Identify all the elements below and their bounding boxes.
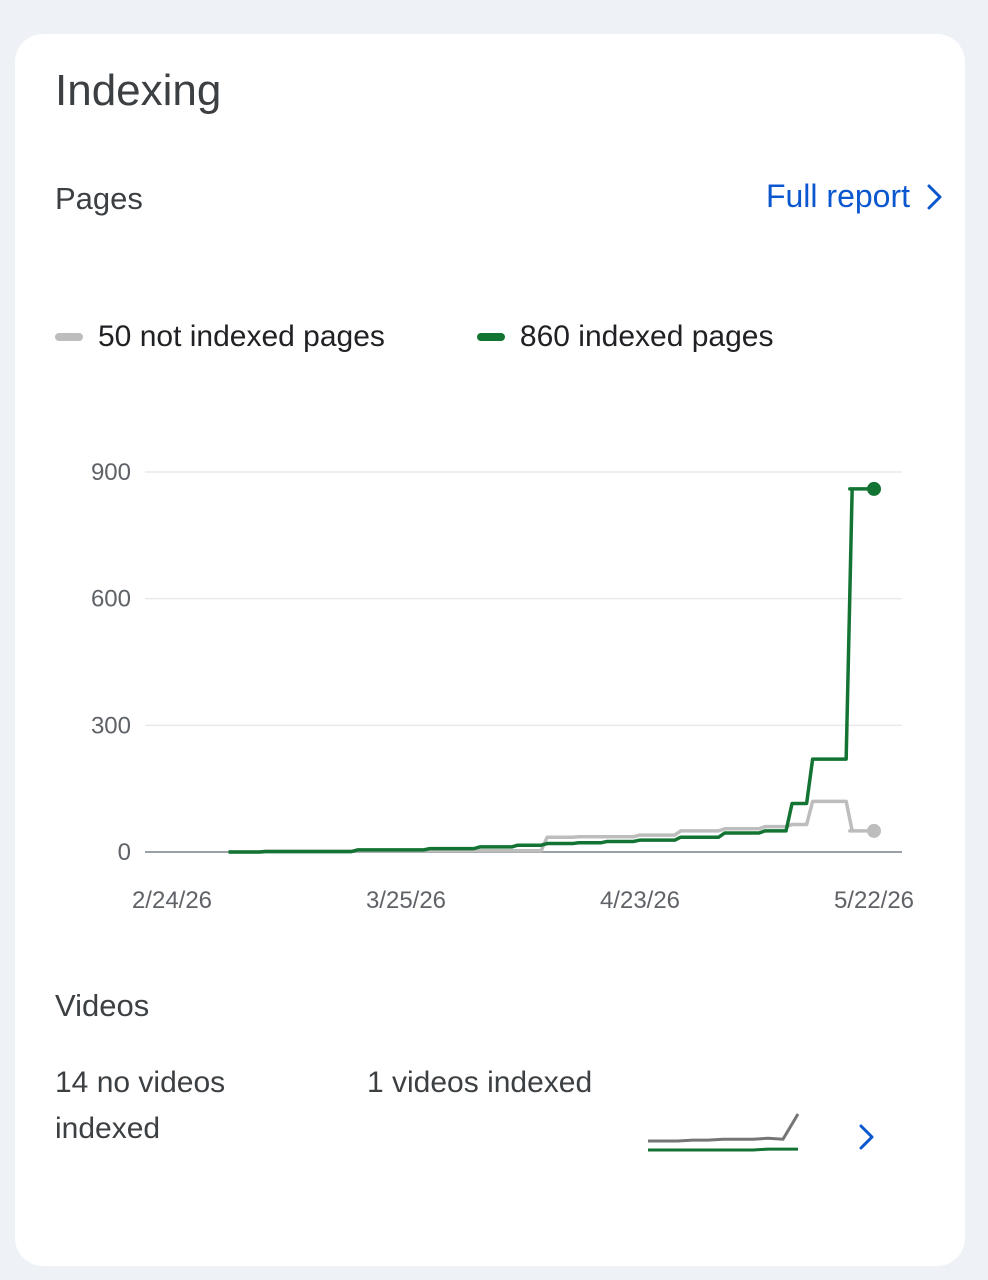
legend-not-indexed[interactable]: 50 not indexed pages	[55, 320, 385, 354]
series-endpoint-not-indexed[interactable]	[867, 823, 881, 838]
legend-label-indexed: 860 indexed pages	[519, 320, 774, 353]
full-report-link[interactable]: Full report	[766, 178, 944, 215]
videos-sparkline	[648, 1113, 800, 1152]
x-tick-label: 3/25/26	[366, 887, 446, 914]
series-line-indexed	[228, 487, 874, 854]
chart-legend: 50 not indexed pages 860 indexed pages	[55, 320, 773, 354]
legend-indexed[interactable]: 860 indexed pages	[476, 320, 774, 354]
x-tick-label: 5/22/26	[834, 887, 914, 914]
card-title: Indexing	[55, 66, 222, 115]
y-tick-label: 300	[91, 712, 131, 739]
videos-section-label: Videos	[55, 988, 150, 1023]
videos-chevron-right-icon[interactable]	[856, 1122, 876, 1157]
y-tick-label: 0	[118, 839, 131, 866]
videos-not-indexed-stat: 14 no videos indexed	[55, 1066, 226, 1145]
y-tick-label: 600	[91, 586, 131, 613]
legend-label-not-indexed: 50 not indexed pages	[98, 320, 385, 353]
spark-line-not-indexed	[648, 1113, 800, 1143]
series-endpoint-indexed[interactable]	[867, 481, 881, 496]
x-tick-label: 2/24/26	[132, 887, 212, 914]
spark-line-indexed	[648, 1147, 798, 1152]
pages-section-label: Pages	[55, 181, 143, 216]
y-tick-label: 900	[91, 459, 131, 486]
videos-indexed-stat: 1 videos indexed	[367, 1066, 593, 1099]
legend-swatch-not-indexed	[55, 333, 83, 341]
x-tick-label: 4/23/26	[600, 887, 680, 914]
legend-swatch-indexed	[476, 333, 505, 341]
chevron-right-icon	[924, 182, 944, 212]
full-report-label: Full report	[765, 178, 910, 214]
indexing-chart: 900 600 300 02/24/26 3/25/26 4/23/26 5/22/26	[91, 459, 914, 914]
